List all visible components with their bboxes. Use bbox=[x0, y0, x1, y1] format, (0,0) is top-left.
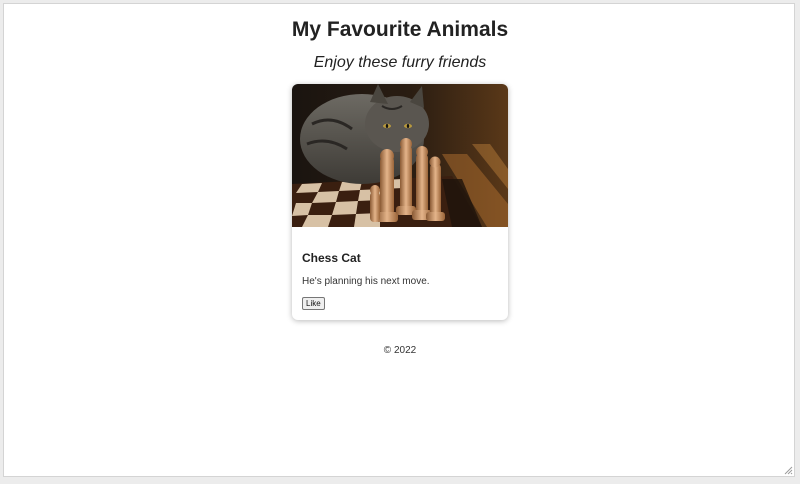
card-description: He's planning his next move. bbox=[302, 276, 430, 287]
animal-card: Chess Cat He's planning his next move. L… bbox=[292, 84, 508, 320]
page-subtitle: Enjoy these furry friends bbox=[313, 54, 487, 71]
page-frame: My Favourite Animals Enjoy these furry f… bbox=[3, 3, 795, 477]
page-title: My Favourite Animals bbox=[291, 18, 509, 41]
resize-grip-icon[interactable] bbox=[784, 466, 793, 475]
card-title: Chess Cat bbox=[302, 251, 361, 265]
footer-copyright: © 2022 bbox=[383, 345, 417, 356]
card-image bbox=[292, 84, 508, 227]
like-button[interactable]: Like bbox=[302, 297, 325, 310]
